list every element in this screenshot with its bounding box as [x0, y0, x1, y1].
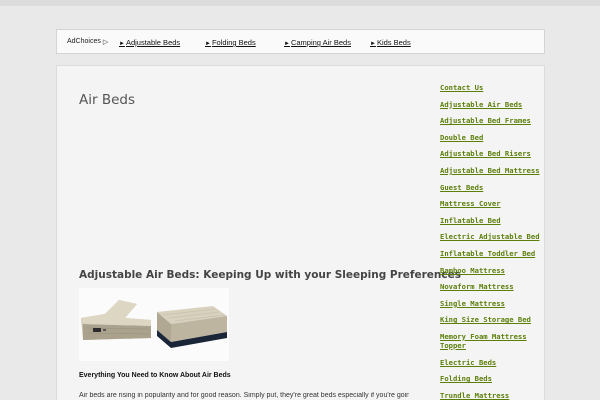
ad-link-camping-air-beds[interactable]: ►Camping Air Beds [284, 38, 351, 47]
ad-link-label: Kids Beds [376, 38, 411, 47]
sidebar-link-single-mattress[interactable]: Single Mattress [440, 299, 545, 308]
sidebar-link-memory-foam-mattress-topper[interactable]: Memory Foam Mattress Topper [440, 332, 540, 350]
adjustable-air-bed-graphic [81, 300, 151, 340]
sidebar-link-inflatable-bed[interactable]: Inflatable Bed [440, 216, 545, 225]
ad-link-label: Camping Air Beds [290, 38, 351, 47]
ad-link-bar: AdChoices ▷ ►Adjustable Beds ►Folding Be… [56, 29, 545, 54]
ad-link-folding-beds[interactable]: ►Folding Beds [205, 38, 256, 47]
sidebar-link-trundle-mattress[interactable]: Trundle Mattress [440, 391, 545, 400]
article-subheading: Everything You Need to Know About Air Be… [79, 372, 231, 379]
air-bed-product-image [79, 288, 229, 361]
adchoices-icon: ▷ [102, 38, 109, 46]
sidebar-link-electric-adjustable-bed[interactable]: Electric Adjustable Bed [440, 232, 545, 241]
article-heading[interactable]: Adjustable Air Beds: Keeping Up with you… [79, 269, 461, 281]
sidebar-link-folding-beds[interactable]: Folding Beds [440, 374, 545, 383]
sidebar-link-inflatable-toddler-bed[interactable]: Inflatable Toddler Bed [440, 249, 545, 258]
main-content: Air Beds Adjustable Air Beds: Keeping Up… [56, 65, 545, 400]
sidebar-link-electric-beds[interactable]: Electric Beds [440, 358, 545, 367]
ad-link-label: Folding Beds [211, 38, 256, 47]
sidebar-link-adjustable-air-beds[interactable]: Adjustable Air Beds [440, 100, 545, 109]
sidebar-link-novaform-mattress[interactable]: Novaform Mattress [440, 282, 545, 291]
adchoices-label: AdChoices [67, 38, 101, 45]
adchoices-button[interactable]: AdChoices ▷ [67, 38, 119, 46]
article-body-text: Air beds are rising in popularity and fo… [79, 392, 409, 399]
sidebar-link-adjustable-bed-frames[interactable]: Adjustable Bed Frames [440, 116, 545, 125]
sidebar-link-king-size-storage-bed[interactable]: King Size Storage Bed [440, 315, 545, 324]
arrow-icon: ► [370, 41, 376, 47]
top-strip [0, 0, 600, 6]
sidebar-link-contact-us[interactable]: Contact Us [440, 83, 545, 92]
ad-link-adjustable-beds[interactable]: ►Adjustable Beds [119, 38, 180, 47]
sidebar-link-adjustable-bed-mattress[interactable]: Adjustable Bed Mattress [440, 166, 545, 175]
arrow-icon: ► [205, 41, 211, 47]
sidebar-link-double-bed[interactable]: Double Bed [440, 133, 545, 142]
sidebar-link-guest-beds[interactable]: Guest Beds [440, 183, 545, 192]
raised-air-bed-graphic [157, 306, 227, 348]
sidebar-link-adjustable-bed-risers[interactable]: Adjustable Bed Risers [440, 149, 545, 158]
sidebar-link-bamboo-mattress[interactable]: Bamboo Mattress [440, 266, 545, 275]
ad-link-label: Adjustable Beds [125, 38, 181, 47]
arrow-icon: ► [119, 41, 125, 47]
sidebar-link-list: Contact Us Adjustable Air Beds Adjustabl… [440, 83, 545, 400]
sidebar-link-mattress-cover[interactable]: Mattress Cover [440, 199, 545, 208]
page-title: Air Beds [79, 92, 135, 108]
arrow-icon: ► [284, 41, 290, 47]
ad-link-kids-beds[interactable]: ►Kids Beds [370, 38, 411, 47]
